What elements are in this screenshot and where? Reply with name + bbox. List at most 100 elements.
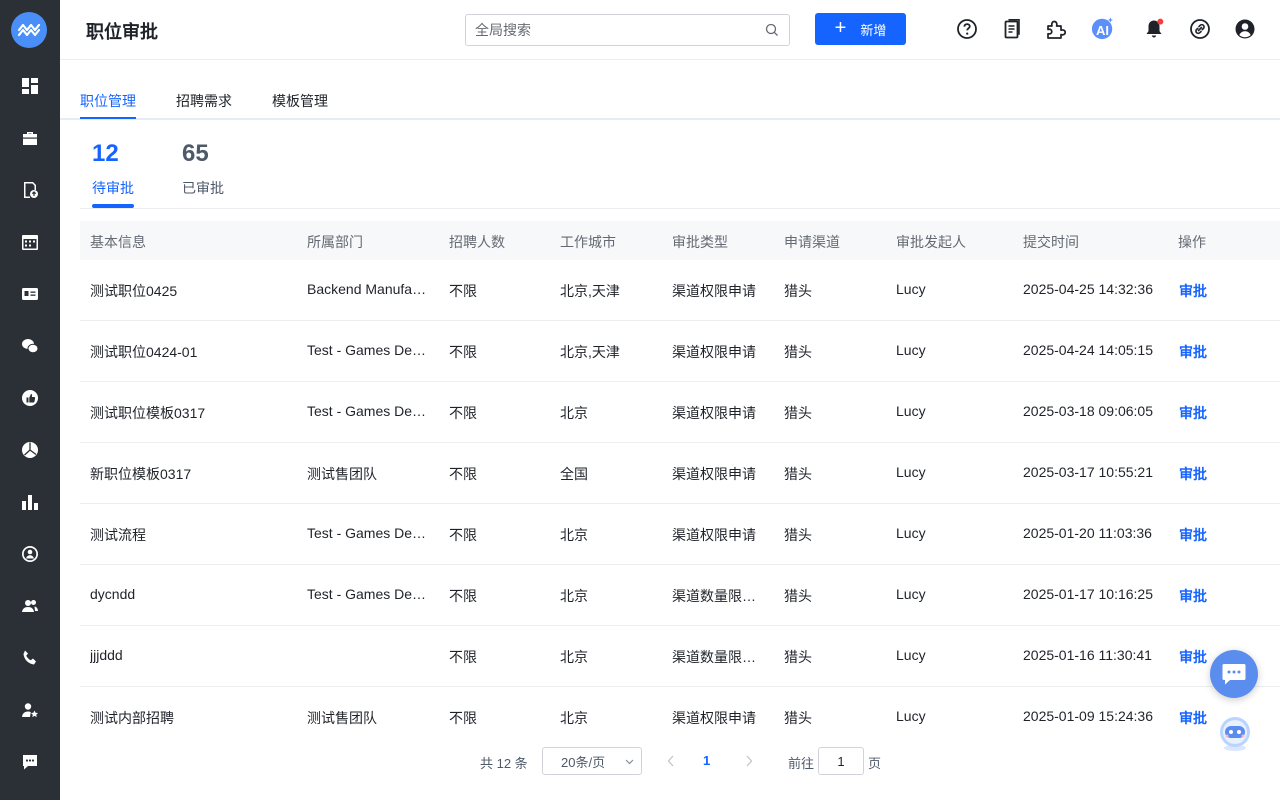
cell-department: Test - Games De…	[307, 342, 427, 358]
user-avatar-icon	[1235, 19, 1255, 39]
document-list-icon	[1004, 19, 1020, 39]
approve-link[interactable]: 审批	[1179, 708, 1207, 727]
link-button[interactable]	[1188, 17, 1212, 41]
message-icon	[23, 755, 37, 770]
sidebar-item-calendar[interactable]	[0, 222, 60, 262]
cell-submit-time: 2025-01-17 10:16:25	[1023, 586, 1153, 602]
approve-link[interactable]: 审批	[1179, 403, 1207, 423]
cell-name: 测试流程	[90, 527, 146, 543]
document-upload-icon	[24, 182, 38, 198]
cell-department: Test - Games De…	[307, 525, 427, 541]
approve-link[interactable]: 审批	[1179, 647, 1207, 667]
column-header-headcount: 招聘人数	[449, 234, 505, 250]
sidebar-item-analytics[interactable]	[0, 430, 60, 470]
calendar-icon	[22, 235, 38, 250]
column-header-city: 工作城市	[560, 234, 616, 250]
search-input[interactable]	[466, 15, 746, 45]
approve-link[interactable]: 审批	[1179, 342, 1207, 362]
cell-headcount: 不限	[449, 588, 477, 604]
cell-channel: 猎头	[784, 649, 812, 665]
help-button[interactable]	[955, 17, 979, 41]
cell-headcount: 不限	[449, 344, 477, 360]
table-row[interactable]: 测试流程 Test - Games De… 不限 北京 渠道权限申请 猎头 Lu…	[80, 504, 1280, 565]
approve-link[interactable]: 审批	[1179, 525, 1207, 545]
table-row[interactable]: jjjddd 不限 北京 渠道数量限… 猎头 Lucy 2025-01-16 1…	[80, 626, 1280, 687]
plus-icon: +	[834, 17, 847, 39]
cell-approval-type: 渠道权限申请	[672, 344, 756, 360]
docs-button[interactable]	[1000, 17, 1024, 41]
chat-support-button[interactable]	[1210, 650, 1258, 698]
cell-initiator: Lucy	[896, 525, 926, 541]
tab-position-management[interactable]: 职位管理	[80, 91, 136, 111]
cell-department: Test - Games De…	[307, 586, 427, 602]
sidebar-item-calls[interactable]	[0, 638, 60, 678]
cell-city: 北京	[560, 405, 588, 421]
user-avatar-button[interactable]	[1233, 17, 1257, 41]
sidebar-item-jobs[interactable]	[0, 118, 60, 158]
cell-name: 新职位模板0317	[90, 466, 192, 482]
sidebar-item-wechat[interactable]	[0, 326, 60, 366]
next-page-button[interactable]	[743, 754, 755, 768]
page-title: 职位审批	[86, 22, 158, 42]
cell-channel: 猎头	[784, 588, 812, 604]
sidebar-item-reports[interactable]	[0, 482, 60, 522]
table-row[interactable]: 测试职位0425 Backend Manufa… 不限 北京,天津 渠道权限申请…	[80, 260, 1280, 321]
pagination-total: 共 12 条	[480, 756, 528, 771]
page-number-current[interactable]: 1	[703, 753, 710, 768]
page-size-select[interactable]: 20条/页	[542, 747, 642, 775]
stat-pending[interactable]: 12 待审批	[92, 140, 134, 198]
cell-city: 北京,天津	[560, 283, 620, 299]
robot-icon	[1220, 717, 1250, 751]
add-new-button[interactable]: + 新增	[815, 13, 906, 45]
search-icon[interactable]	[765, 23, 779, 37]
stat-approved[interactable]: 65 已审批	[182, 140, 224, 198]
column-header-department: 所属部门	[307, 234, 363, 250]
tab-template-management[interactable]: 模板管理	[272, 91, 328, 111]
ai-label: AI	[1096, 23, 1109, 38]
approve-link[interactable]: 审批	[1179, 586, 1207, 606]
cell-department: 测试售团队	[307, 466, 377, 482]
cell-name: 测试职位0425	[90, 283, 178, 299]
chevron-left-icon	[667, 755, 674, 767]
sidebar-item-talent[interactable]	[0, 534, 60, 574]
sidebar-item-recommend[interactable]	[0, 378, 60, 418]
tab-active-indicator	[80, 117, 136, 119]
cell-department: 测试售团队	[307, 710, 377, 726]
page-size-value: 20条/页	[561, 754, 606, 770]
app-logo[interactable]	[11, 12, 47, 48]
cell-approval-type: 渠道权限申请	[672, 283, 756, 299]
tab-recruitment-demand[interactable]: 招聘需求	[176, 91, 232, 111]
user-star-icon	[22, 703, 38, 718]
sidebar-item-dashboard[interactable]	[0, 66, 60, 106]
divider	[80, 208, 1280, 209]
goto-page-input[interactable]	[818, 747, 864, 775]
sidebar-item-candidates[interactable]	[0, 274, 60, 314]
table-row[interactable]: dycndd Test - Games De… 不限 北京 渠道数量限… 猎头 …	[80, 565, 1280, 626]
chevron-down-icon	[625, 759, 634, 765]
notifications-button[interactable]	[1142, 17, 1166, 41]
sidebar-item-team[interactable]	[0, 586, 60, 626]
question-circle-icon	[957, 19, 977, 39]
ai-robot-button[interactable]	[1216, 714, 1254, 752]
table-row[interactable]: 测试职位0424-01 Test - Games De… 不限 北京,天津 渠道…	[80, 321, 1280, 382]
cell-approval-type: 渠道权限申请	[672, 405, 756, 421]
sidebar-item-messages[interactable]	[0, 742, 60, 782]
global-search[interactable]	[465, 14, 790, 46]
id-card-icon	[22, 288, 38, 300]
ai-assistant-button[interactable]: AI	[1091, 16, 1115, 40]
table-row[interactable]: 测试内部招聘 测试售团队 不限 北京 渠道权限申请 猎头 Lucy 2025-0…	[80, 687, 1280, 727]
cell-initiator: Lucy	[896, 708, 926, 724]
cell-headcount: 不限	[449, 527, 477, 543]
plugins-button[interactable]	[1044, 17, 1068, 41]
approve-link[interactable]: 审批	[1179, 281, 1207, 301]
sidebar-item-documents[interactable]	[0, 170, 60, 210]
cell-initiator: Lucy	[896, 281, 926, 297]
approve-link[interactable]: 审批	[1179, 464, 1207, 484]
cell-submit-time: 2025-01-09 15:24:36	[1023, 708, 1153, 724]
phone-icon	[23, 650, 36, 665]
prev-page-button[interactable]	[665, 754, 677, 768]
cell-headcount: 不限	[449, 466, 477, 482]
sidebar-item-members[interactable]	[0, 690, 60, 730]
table-row[interactable]: 新职位模板0317 测试售团队 不限 全国 渠道权限申请 猎头 Lucy 202…	[80, 443, 1280, 504]
table-row[interactable]: 测试职位模板0317 Test - Games De… 不限 北京 渠道权限申请…	[80, 382, 1280, 443]
